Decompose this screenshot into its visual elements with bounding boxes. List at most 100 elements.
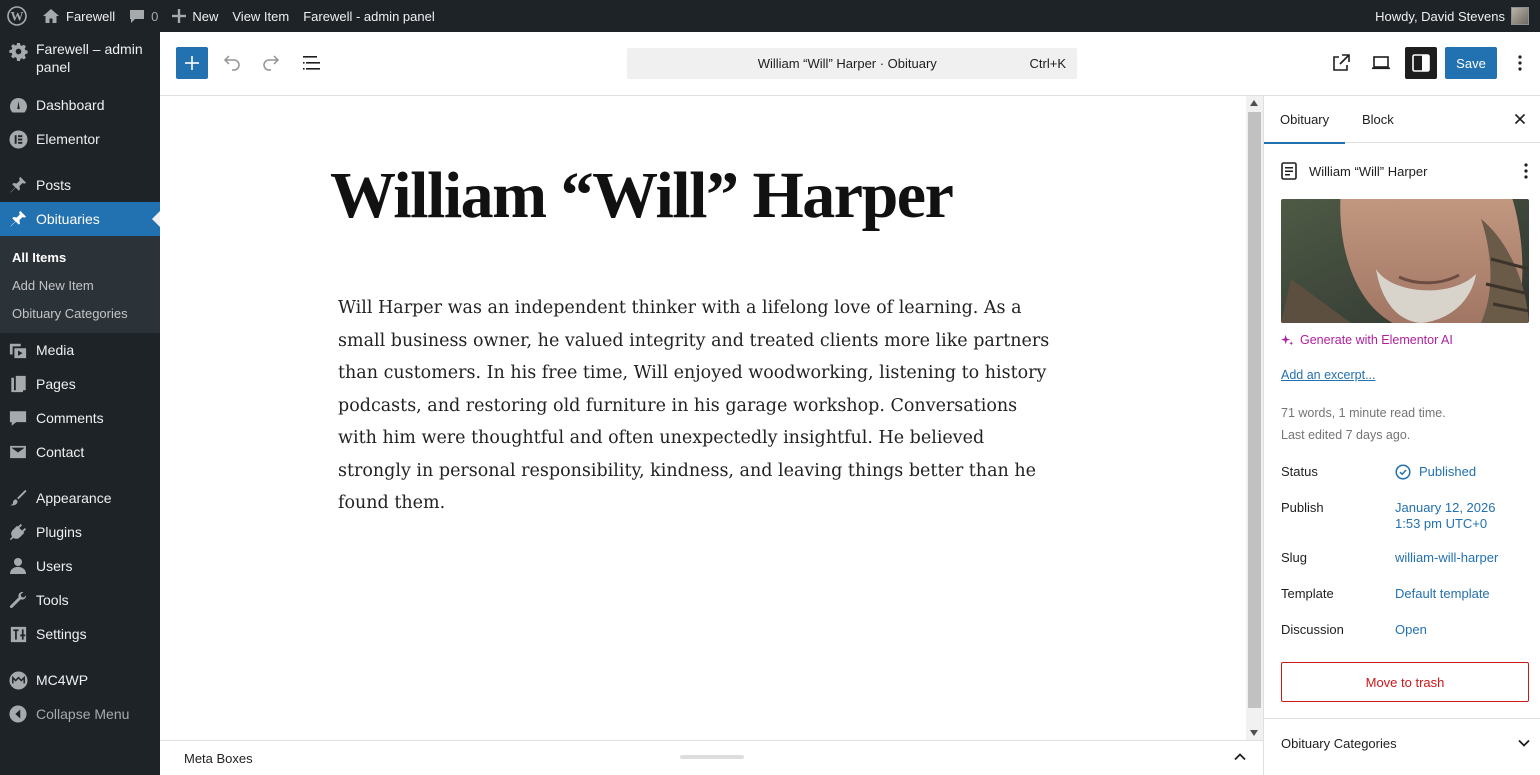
resize-handle[interactable]: [680, 755, 744, 759]
shortcut-hint: Ctrl+K: [1029, 56, 1066, 71]
sidebar-item-comments[interactable]: Comments: [0, 401, 160, 435]
add-block-button[interactable]: [176, 47, 208, 79]
sidebar-item-tools[interactable]: Tools: [0, 583, 160, 617]
avatar: [1511, 7, 1529, 25]
mail-icon: [8, 442, 28, 462]
sidebar-item-label: Media: [36, 342, 75, 358]
sidebar-item-label: Comments: [36, 410, 104, 426]
undo-button[interactable]: [216, 47, 248, 79]
site-home-link[interactable]: Farewell: [35, 0, 122, 32]
check-circle-icon: [1395, 464, 1419, 480]
post-card: William “Will” Harper: [1281, 162, 1531, 180]
my-account-link[interactable]: Howdy, David Stevens: [1368, 0, 1536, 32]
save-button[interactable]: Save: [1445, 47, 1497, 79]
tab-label: Obituary: [1280, 112, 1330, 127]
chevron-up-icon[interactable]: [1233, 750, 1247, 764]
divider: [1264, 718, 1540, 719]
paragraph-block[interactable]: Will Harper was an independent thinker w…: [338, 292, 1058, 520]
template-label: Template: [1281, 586, 1334, 601]
tab-label: Block: [1362, 112, 1394, 127]
elementor-icon: [8, 129, 28, 149]
options-button[interactable]: [1504, 47, 1536, 79]
preview-button[interactable]: [1365, 47, 1397, 79]
sidebar-item-contact[interactable]: Contact: [0, 435, 160, 469]
plug-icon: [8, 522, 28, 542]
plus-icon: [172, 9, 187, 23]
sidebar-item-media[interactable]: Media: [0, 333, 160, 367]
add-excerpt-link[interactable]: Add an excerpt...: [1281, 368, 1376, 382]
move-to-trash-button[interactable]: Move to trash: [1281, 662, 1529, 702]
view-item-link[interactable]: View Item: [225, 0, 296, 32]
canvas-scrollbar[interactable]: [1246, 96, 1263, 740]
sidebar-item-appearance[interactable]: Appearance: [0, 481, 160, 515]
post-meta-info: 71 words, 1 minute read time. Last edite…: [1281, 402, 1446, 446]
meta-boxes-panel[interactable]: Meta Boxes: [160, 740, 1263, 775]
word-count: 71 words, 1 minute read time.: [1281, 406, 1446, 420]
sidebar-item-label: Farewell – admin panel: [36, 41, 143, 75]
tab-block[interactable]: Block: [1362, 96, 1394, 143]
sparkle-icon: [1281, 334, 1300, 347]
pin-icon: [8, 175, 28, 195]
howdy-text: Howdy, David Stevens: [1375, 8, 1505, 24]
tab-obituary[interactable]: Obituary: [1264, 96, 1346, 144]
publish-date-button[interactable]: January 12, 2026 1:53 pm UTC+0: [1395, 500, 1495, 532]
sidebar-item-users[interactable]: Users: [0, 549, 160, 583]
new-content-link[interactable]: New: [165, 0, 225, 32]
sidebar-item-site[interactable]: Farewell – admin panel: [0, 32, 160, 88]
more-vertical-icon[interactable]: [1524, 163, 1528, 179]
view-item-label: View Item: [232, 8, 290, 24]
scrollbar-thumb[interactable]: [1248, 112, 1261, 708]
admin-panel-link[interactable]: Farewell - admin panel: [296, 0, 442, 32]
sidebar-item-label: Posts: [36, 177, 72, 193]
sidebar-item-elementor[interactable]: Elementor: [0, 122, 160, 156]
post-title[interactable]: William “Will” Harper: [330, 158, 954, 234]
plus-icon: [185, 56, 199, 70]
obituary-categories-panel[interactable]: Obituary Categories: [1281, 736, 1531, 751]
document-overview-button[interactable]: [296, 47, 328, 79]
comments-link[interactable]: 0: [122, 0, 165, 32]
editor-canvas[interactable]: William “Will” Harper Will Harper was an…: [160, 96, 1246, 740]
dashboard-icon: [8, 95, 28, 115]
status-button[interactable]: Published: [1395, 464, 1476, 480]
submenu-all-items[interactable]: All Items: [0, 243, 160, 271]
wordpress-logo-icon[interactable]: W: [0, 0, 35, 32]
command-palette-bar[interactable]: William “Will” Harper · Obituary Ctrl+K: [627, 48, 1077, 79]
submenu-add-new-item[interactable]: Add New Item: [0, 271, 160, 299]
comment-icon: [8, 408, 28, 428]
sidebar-item-label: MC4WP: [36, 672, 89, 688]
sidebar-item-dashboard[interactable]: Dashboard: [0, 88, 160, 122]
settings-toggle-button[interactable]: [1405, 47, 1437, 79]
view-post-button[interactable]: [1325, 47, 1357, 79]
slug-value[interactable]: william-will-harper: [1395, 550, 1498, 566]
settings-sidebar: Obituary Block William “Will” Harper Gen…: [1263, 96, 1540, 775]
chevron-down-icon: [1517, 736, 1531, 750]
sidebar-item-label: Settings: [36, 626, 87, 642]
document-title: William “Will” Harper · Obituary: [757, 56, 937, 71]
generate-ai-link[interactable]: Generate with Elementor AI: [1281, 333, 1453, 347]
scroll-up-icon[interactable]: [1250, 100, 1258, 106]
last-edited: Last edited 7 days ago.: [1281, 428, 1411, 442]
close-icon[interactable]: [1510, 109, 1530, 129]
submenu-obituary-categories[interactable]: Obituary Categories: [0, 299, 160, 327]
meta-boxes-label: Meta Boxes: [184, 751, 253, 766]
template-value[interactable]: Default template: [1395, 586, 1490, 602]
sidebar-item-label: Collapse Menu: [36, 706, 130, 722]
pages-icon: [8, 374, 28, 394]
comment-icon: [129, 9, 145, 24]
sidebar-item-settings[interactable]: Settings: [0, 617, 160, 651]
sidebar-item-plugins[interactable]: Plugins: [0, 515, 160, 549]
desktop-icon: [1371, 56, 1391, 70]
discussion-value[interactable]: Open: [1395, 622, 1427, 638]
sidebar-item-obituaries[interactable]: Obituaries: [0, 202, 160, 236]
discussion-label: Discussion: [1281, 622, 1344, 637]
featured-image[interactable]: [1281, 199, 1529, 323]
sidebar-item-pages[interactable]: Pages: [0, 367, 160, 401]
redo-button[interactable]: [255, 47, 287, 79]
sidebar-item-mc4wp[interactable]: MC4WP: [0, 663, 160, 697]
collapse-menu-button[interactable]: Collapse Menu: [0, 697, 160, 731]
scroll-down-icon[interactable]: [1250, 730, 1258, 736]
sliders-icon: [8, 624, 28, 644]
comments-count: 0: [151, 8, 159, 24]
sidebar-item-posts[interactable]: Posts: [0, 168, 160, 202]
brush-icon: [8, 488, 28, 508]
